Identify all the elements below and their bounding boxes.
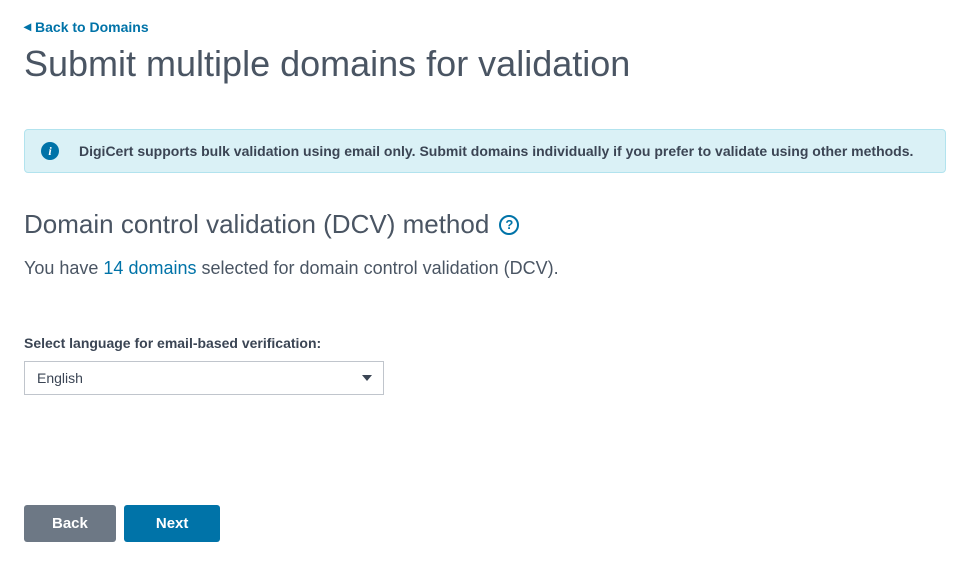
back-caret-icon: ◂ <box>24 18 31 35</box>
selection-summary: You have 14 domains selected for domain … <box>24 258 946 279</box>
language-field: Select language for email-based verifica… <box>24 335 946 395</box>
language-select[interactable]: English <box>24 361 384 395</box>
back-to-domains-link[interactable]: ◂ Back to Domains <box>24 18 149 35</box>
info-icon: i <box>41 142 59 160</box>
page-title: Submit multiple domains for validation <box>24 43 946 85</box>
selected-domains-link[interactable]: 14 domains <box>103 258 196 278</box>
dcv-section-title: Domain control validation (DCV) method <box>24 209 489 240</box>
section-title-row: Domain control validation (DCV) method ? <box>24 209 946 240</box>
info-banner: i DigiCert supports bulk validation usin… <box>24 129 946 173</box>
help-icon[interactable]: ? <box>499 215 519 235</box>
back-button[interactable]: Back <box>24 505 116 542</box>
selection-prefix: You have <box>24 258 103 278</box>
back-link-label: Back to Domains <box>35 19 149 35</box>
selection-suffix: selected for domain control validation (… <box>196 258 558 278</box>
language-field-label: Select language for email-based verifica… <box>24 335 946 351</box>
language-select-wrap: English <box>24 361 384 395</box>
next-button[interactable]: Next <box>124 505 221 542</box>
button-row: Back Next <box>24 505 946 542</box>
info-banner-text: DigiCert supports bulk validation using … <box>79 143 913 159</box>
